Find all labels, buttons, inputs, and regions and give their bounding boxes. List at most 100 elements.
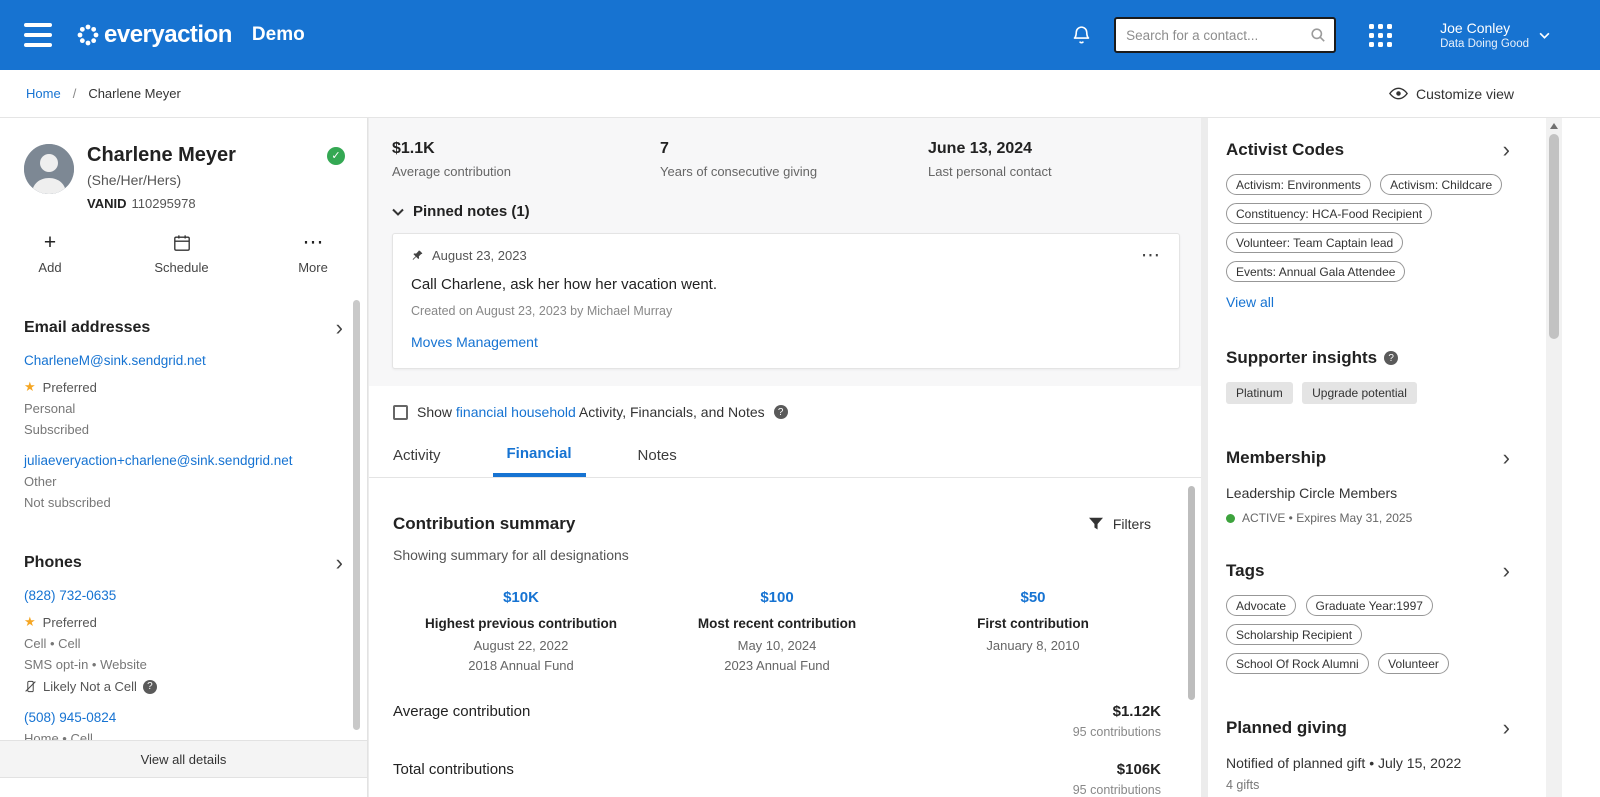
avatar-photo [24, 144, 74, 194]
tag-pill: Advocate [1226, 595, 1296, 616]
highlight-first-contribution: $50 First contribution January 8, 2010 [905, 589, 1161, 673]
chevron-right-icon[interactable]: › [336, 320, 343, 336]
financial-household-link[interactable]: financial household [456, 404, 576, 420]
contact-name: Charlene Meyer [87, 144, 236, 167]
scrollbar-up-arrow-icon[interactable] [1550, 123, 1558, 129]
breadcrumb-current: Charlene Meyer [88, 86, 181, 101]
user-org: Data Doing Good [1440, 38, 1529, 50]
chevron-down-icon [392, 208, 404, 216]
pin-icon [411, 249, 424, 262]
tag-pill: School Of Rock Alumni [1226, 653, 1369, 674]
avatar[interactable] [24, 144, 74, 194]
membership-header[interactable]: Membership › [1226, 448, 1510, 468]
add-button[interactable]: + Add [14, 233, 86, 275]
note-more-menu-icon[interactable]: ⋯ [1141, 250, 1161, 262]
note-date: August 23, 2023 [432, 248, 527, 263]
user-menu[interactable]: Joe Conley Data Doing Good [1440, 20, 1550, 50]
tag-pill: Graduate Year:1997 [1306, 595, 1433, 616]
stat-value: 7 [660, 140, 928, 158]
phone-number-link[interactable]: (828) 732-0635 [24, 588, 343, 603]
tab-notes[interactable]: Notes [638, 437, 677, 477]
email-address-link[interactable]: juliaeveryaction+charlene@sink.sendgrid.… [24, 453, 343, 468]
highlight-label: Most recent contribution [649, 616, 905, 631]
household-toggle-row: Show financial household Activity, Finan… [369, 386, 1201, 420]
highlight-date: January 8, 2010 [905, 638, 1161, 653]
notifications-bell-icon[interactable] [1071, 24, 1092, 46]
scrollbar-thumb[interactable] [1549, 134, 1559, 339]
summary-row-average: Average contribution $1.12K 95 contribut… [393, 703, 1161, 739]
chevron-right-icon[interactable]: › [1503, 450, 1510, 466]
page-vertical-scrollbar[interactable] [1546, 118, 1562, 797]
chevron-right-icon[interactable]: › [1503, 720, 1510, 736]
contact-summary-panel: Charlene Meyer ✓ (She/Her/Hers) VANID110… [0, 118, 368, 797]
phones-section-header[interactable]: Phones › [0, 510, 367, 572]
highlight-label: Highest previous contribution [393, 616, 649, 631]
summary-row-total: Total contributions $106K 95 contributio… [393, 761, 1161, 797]
schedule-label: Schedule [154, 260, 208, 275]
search-icon[interactable] [1310, 27, 1326, 43]
highlight-most-recent: $100 Most recent contribution May 10, 20… [649, 589, 905, 673]
brand-name: everyaction [104, 21, 232, 49]
chevron-right-icon[interactable]: › [1503, 563, 1510, 579]
household-prefix: Show [417, 404, 452, 420]
activist-code-pill: Volunteer: Team Captain lead [1226, 232, 1403, 253]
household-checkbox[interactable] [393, 405, 408, 420]
highlight-amount-link[interactable]: $10K [503, 589, 539, 606]
apps-grid-icon[interactable] [1369, 24, 1392, 47]
activist-codes-view-all-link[interactable]: View all [1226, 294, 1274, 310]
household-suffix: Activity, Financials, and Notes [579, 404, 765, 420]
vanid-label: VANID [87, 196, 126, 211]
pinned-notes-toggle[interactable]: Pinned notes (1) [392, 203, 1201, 220]
eye-icon [1389, 87, 1408, 100]
supporter-insights-header: Supporter insights ? [1226, 348, 1510, 368]
phone-number-link[interactable]: (508) 945-0824 [24, 710, 343, 725]
add-label: Add [38, 260, 61, 275]
highlight-highest-previous: $10K Highest previous contribution Augus… [393, 589, 649, 673]
summary-row-label: Average contribution [393, 703, 530, 720]
emails-section-header[interactable]: Email addresses › [0, 275, 367, 337]
search-input[interactable] [1126, 28, 1310, 43]
highlight-amount-link[interactable]: $50 [1020, 589, 1045, 606]
stat-consecutive-giving: 7 Years of consecutive giving [660, 140, 928, 179]
vanid-value: 110295978 [131, 196, 195, 211]
planned-giving-sub: 4 gifts [1226, 778, 1510, 792]
email-address-link[interactable]: CharleneM@sink.sendgrid.net [24, 353, 343, 368]
contact-search-box[interactable] [1114, 17, 1336, 53]
phone-item: (828) 732-0635 ★ Preferred Cell • Cell S… [0, 588, 367, 694]
planned-giving-header[interactable]: Planned giving › [1226, 718, 1510, 738]
activist-codes-pills: Activism: Environments Activism: Childca… [1226, 174, 1510, 290]
tags-header[interactable]: Tags › [1226, 561, 1510, 581]
verified-badge-icon: ✓ [327, 147, 345, 165]
left-panel-scrollbar[interactable] [353, 300, 360, 730]
highlight-amount-link[interactable]: $100 [760, 589, 793, 606]
activist-code-pill: Constituency: HCA-Food Recipient [1226, 203, 1432, 224]
chevron-right-icon[interactable]: › [336, 555, 343, 571]
phone-flag-row: Likely Not a Cell ? [24, 679, 343, 694]
moves-management-link[interactable]: Moves Management [411, 334, 538, 350]
help-icon[interactable]: ? [143, 680, 157, 694]
stat-value: $1.1K [392, 140, 660, 158]
breadcrumb-home-link[interactable]: Home [26, 86, 61, 101]
tab-activity[interactable]: Activity [393, 437, 441, 477]
everyaction-logo[interactable]: everyaction [76, 21, 232, 49]
customize-view-button[interactable]: Customize view [1389, 86, 1514, 102]
help-icon[interactable]: ? [1384, 351, 1398, 365]
activist-codes-header[interactable]: Activist Codes › [1226, 140, 1510, 160]
stat-average-contribution: $1.1K Average contribution [392, 140, 660, 179]
view-all-details-button[interactable]: View all details [0, 740, 367, 778]
filters-button[interactable]: Filters [1088, 516, 1151, 532]
help-icon[interactable]: ? [774, 405, 788, 419]
household-text: Show financial household Activity, Finan… [417, 404, 765, 420]
more-button[interactable]: ⋯ More [277, 233, 349, 275]
schedule-button[interactable]: Schedule [146, 233, 218, 275]
tag-pill: Volunteer [1378, 653, 1449, 674]
star-icon: ★ [24, 379, 36, 395]
preferred-label: Preferred [43, 380, 97, 395]
stat-label: Last personal contact [928, 164, 1196, 179]
tab-financial[interactable]: Financial [493, 435, 586, 477]
highlight-fund: 2018 Annual Fund [393, 658, 649, 673]
main-panel-scrollbar[interactable] [1188, 486, 1195, 700]
user-info: Joe Conley Data Doing Good [1440, 20, 1529, 50]
chevron-right-icon[interactable]: › [1503, 142, 1510, 158]
hamburger-menu-icon[interactable] [24, 23, 52, 47]
